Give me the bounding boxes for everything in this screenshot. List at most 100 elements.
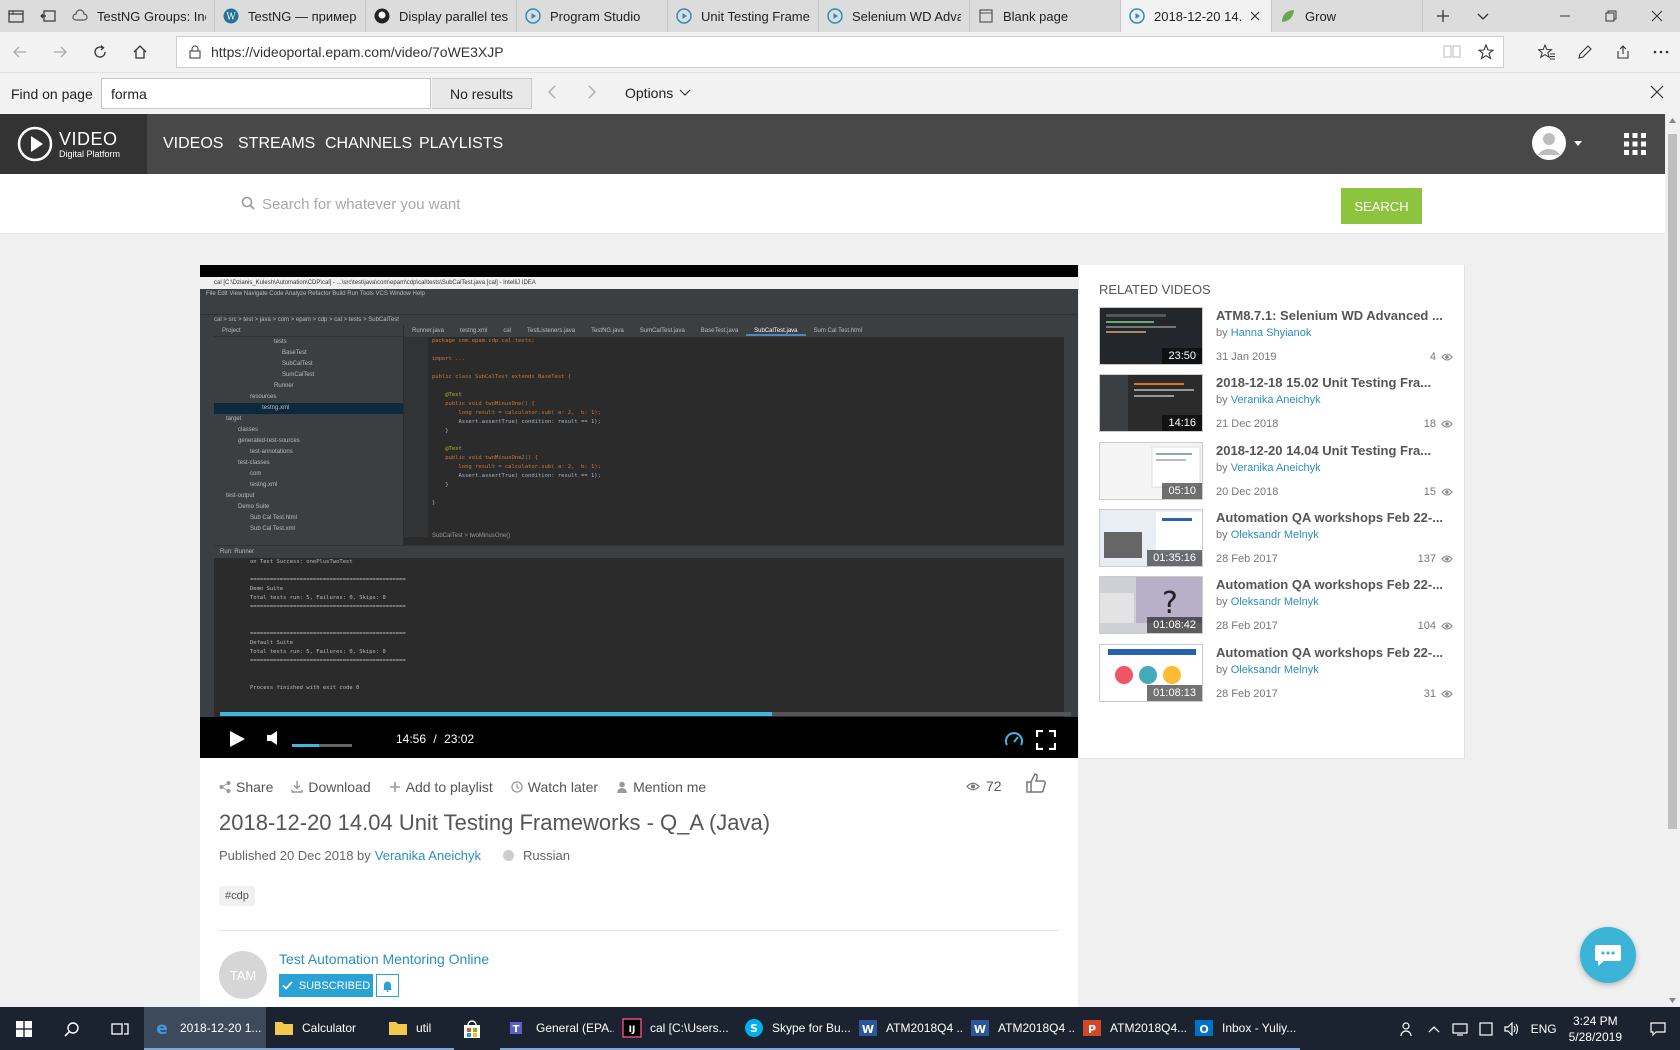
related-video-title[interactable]: Automation QA workshops Feb 22-...: [1216, 577, 1452, 592]
related-video-title[interactable]: Automation QA workshops Feb 22-...: [1216, 645, 1452, 660]
channel-avatar[interactable]: TAM: [219, 951, 267, 999]
find-close-button[interactable]: [1650, 85, 1664, 99]
start-button[interactable]: [0, 1007, 48, 1050]
taskbar-app[interactable]: T General (EPA...: [500, 1007, 614, 1050]
related-video-author[interactable]: Oleksandr Melnyk: [1231, 664, 1319, 676]
tab-overview-button[interactable]: [0, 0, 32, 32]
related-video-title[interactable]: ATM8.7.1: Selenium WD Advanced ...: [1216, 308, 1452, 323]
home-button[interactable]: [120, 32, 160, 72]
browser-tab[interactable]: Blank page: [970, 0, 1121, 32]
tag-chip[interactable]: #cdp: [219, 886, 255, 906]
related-video-thumbnail[interactable]: 01:08:13: [1099, 643, 1203, 702]
site-logo[interactable]: VIDEO Digital Platform: [0, 114, 147, 174]
download-action[interactable]: Download: [291, 779, 371, 795]
search-button[interactable]: SEARCH: [1341, 188, 1422, 224]
favorites-button[interactable]: [1528, 32, 1566, 72]
taskbar-app[interactable]: IJ cal [C:\Users...: [614, 1007, 736, 1050]
browser-tab[interactable]: W TestNG — пример: [215, 0, 366, 32]
add-to-playlist-action[interactable]: Add to playlist: [389, 779, 493, 795]
related-video-item[interactable]: ? 01:08:42 Automation QA workshops Feb 22-…: [1099, 576, 1455, 638]
volume-button[interactable]: [266, 730, 280, 746]
language-indicator[interactable]: ENG: [1531, 1022, 1557, 1036]
nav-playlists[interactable]: PLAYLISTS: [419, 114, 503, 174]
back-button[interactable]: [0, 32, 40, 72]
user-menu-button[interactable]: [1532, 126, 1582, 160]
taskbar-app[interactable]: W ATM2018Q4 ...: [850, 1007, 962, 1050]
mention-me-action[interactable]: Mention me: [616, 779, 706, 795]
related-video-item[interactable]: 01:35:16 Automation QA workshops Feb 22-.…: [1099, 508, 1455, 571]
watch-later-action[interactable]: Watch later: [511, 779, 598, 795]
scrollbar-thumb[interactable]: [1668, 134, 1677, 829]
play-button[interactable]: [228, 730, 246, 748]
related-video-author[interactable]: Veranika Aneichyk: [1231, 394, 1321, 406]
clock[interactable]: 3:24 PM 5/28/2019: [1569, 1013, 1622, 1045]
volume-tray-button[interactable]: [1499, 1021, 1525, 1036]
browser-tab[interactable]: TestNG Groups: Inc: [64, 0, 215, 32]
channel-name-link[interactable]: Test Automation Mentoring Online: [279, 951, 489, 967]
reading-view-button[interactable]: [1435, 44, 1469, 60]
related-video-title[interactable]: Automation QA workshops Feb 22-...: [1216, 510, 1452, 525]
related-video-author[interactable]: Oleksandr Melnyk: [1231, 596, 1319, 608]
network-button[interactable]: [1447, 1022, 1473, 1036]
find-next-button[interactable]: [586, 84, 598, 100]
taskbar-app[interactable]: [454, 1007, 500, 1050]
video-player[interactable]: cal [C:\Dzianis_Kulesh\Automation\CDP\ca…: [200, 265, 1078, 758]
people-button[interactable]: [1395, 1021, 1421, 1037]
close-window-button[interactable]: [1634, 0, 1680, 32]
page-scrollbar[interactable]: [1665, 114, 1680, 1007]
apps-grid-button[interactable]: [1624, 133, 1646, 155]
add-favorite-button[interactable]: [1469, 44, 1503, 60]
browser-tab[interactable]: Unit Testing Frame: [668, 0, 819, 32]
taskbar-app[interactable]: W ATM2018Q4 ...: [962, 1007, 1074, 1050]
new-tab-button[interactable]: [1423, 0, 1463, 32]
browser-tab[interactable]: 2018-12-20 14.: [1121, 0, 1272, 32]
taskbar-app[interactable]: Calculator: [266, 1007, 380, 1050]
taskbar-app[interactable]: P ATM2018Q4...: [1074, 1007, 1186, 1050]
nav-videos[interactable]: VIDEOS: [163, 114, 223, 174]
video-progress-bar[interactable]: [220, 712, 1071, 716]
related-video-thumbnail[interactable]: 05:10: [1099, 441, 1203, 500]
share-button[interactable]: [1604, 32, 1642, 72]
related-video-thumbnail[interactable]: ? 01:08:42: [1099, 576, 1203, 635]
notification-bell-button[interactable]: [376, 974, 399, 997]
related-video-item[interactable]: 01:08:13 Automation QA workshops Feb 22-.…: [1099, 643, 1455, 706]
author-link[interactable]: Veranika Aneichyk: [375, 848, 481, 863]
find-options-button[interactable]: Options: [625, 85, 691, 101]
search-input[interactable]: [262, 190, 1322, 218]
restore-button[interactable]: [1588, 0, 1634, 32]
related-video-thumbnail[interactable]: 01:35:16: [1099, 508, 1203, 567]
share-action[interactable]: Share: [219, 779, 273, 795]
related-video-item[interactable]: 05:10 2018-12-20 14.04 Unit Testing Fra..…: [1099, 441, 1455, 504]
task-view-button[interactable]: [96, 1007, 144, 1050]
refresh-button[interactable]: [80, 32, 120, 72]
browser-tab[interactable]: Grow: [1272, 0, 1423, 32]
related-video-item[interactable]: 14:16 2018-12-18 15.02 Unit Testing Fra..…: [1099, 374, 1455, 436]
related-video-author[interactable]: Veranika Aneichyk: [1231, 462, 1321, 474]
related-video-item[interactable]: 23:50 ATM8.7.1: Selenium WD Advanced ... b…: [1099, 307, 1455, 369]
like-button[interactable]: [1025, 772, 1047, 794]
browser-tab[interactable]: Display parallel tes: [366, 0, 517, 32]
show-hidden-icons-button[interactable]: [1421, 1025, 1447, 1033]
taskbar-app[interactable]: S Skype for Bu...: [736, 1007, 850, 1050]
related-video-thumbnail[interactable]: 14:16: [1099, 374, 1203, 433]
find-previous-button[interactable]: [546, 84, 558, 100]
nav-channels[interactable]: CHANNELS: [325, 114, 412, 174]
related-video-title[interactable]: 2018-12-20 14.04 Unit Testing Fra...: [1216, 443, 1452, 458]
nav-streams[interactable]: STREAMS: [238, 114, 315, 174]
find-input[interactable]: [101, 78, 431, 109]
more-button[interactable]: [1642, 32, 1680, 72]
notes-button[interactable]: [1566, 32, 1604, 72]
forward-button[interactable]: [40, 32, 80, 72]
related-video-thumbnail[interactable]: 23:50: [1099, 307, 1203, 365]
set-aside-tabs-button[interactable]: [32, 0, 64, 32]
tab-preview-toggle[interactable]: [1463, 0, 1503, 32]
taskbar-app[interactable]: e 2018-12-20 1...: [144, 1007, 266, 1050]
browser-tab[interactable]: Selenium WD Adva: [819, 0, 970, 32]
taskbar-search-button[interactable]: [48, 1007, 96, 1050]
close-tab-button[interactable]: [1247, 8, 1263, 24]
taskbar-app[interactable]: O Inbox - Yuliy...: [1186, 1007, 1300, 1050]
fullscreen-button[interactable]: [1036, 730, 1056, 750]
related-video-author[interactable]: Hanna Shyianok: [1231, 327, 1312, 339]
minimize-button[interactable]: [1542, 0, 1588, 32]
related-video-author[interactable]: Oleksandr Melnyk: [1231, 529, 1319, 541]
